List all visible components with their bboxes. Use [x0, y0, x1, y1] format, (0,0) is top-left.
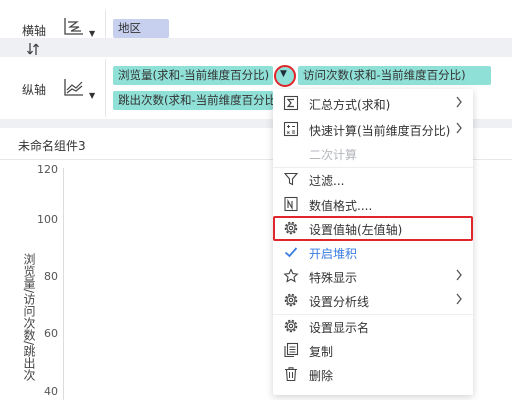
line-chart-icon[interactable] [63, 77, 85, 97]
menu-item-set-value-axis[interactable]: 设置值轴(左值轴) [273, 216, 473, 241]
calculator-icon [283, 121, 299, 137]
y-axis-line [63, 168, 64, 400]
menu-item-label: 过滤... [309, 174, 345, 188]
menu-item-aggregation[interactable]: 汇总方式(求和) [273, 91, 473, 115]
axis-divider [105, 59, 106, 117]
x-axis-label: 横轴 [22, 24, 47, 38]
highlight-annotation [273, 216, 473, 241]
caret-down-icon: ▼ [280, 69, 287, 79]
axis-divider [105, 10, 106, 38]
y-tick-label: 100 [37, 213, 58, 226]
filter-icon [283, 172, 299, 186]
copy-icon [284, 342, 299, 358]
chevron-right-icon [456, 96, 462, 108]
sigma-icon [283, 95, 299, 111]
field-context-menu: 汇总方式(求和) 快速计算(当前维度百分比) 二次计算 过滤... 数值格式..… [273, 89, 473, 395]
y-axis-title: 浏览量/访问次数/跳出次 [22, 253, 36, 382]
menu-item-number-format[interactable]: 数值格式.... [273, 192, 473, 216]
x-axis-field-pill[interactable]: 地区 [113, 19, 169, 38]
y-axis-field-pill-views[interactable]: 浏览量(求和-当前维度百分比) [113, 66, 273, 85]
menu-item-label: 特殊显示 [309, 271, 358, 285]
gear-icon [284, 319, 298, 333]
menu-item-set-display-name[interactable]: 设置显示名 [273, 314, 473, 338]
menu-item-label: 汇总方式(求和) [309, 98, 391, 112]
menu-item-filter[interactable]: 过滤... [273, 167, 473, 191]
menu-item-label: 二次计算 [309, 148, 358, 162]
menu-item-enable-stacking[interactable]: 开启堆积 [273, 240, 473, 264]
menu-item-delete[interactable]: 删除 [273, 362, 473, 386]
line-chart-zigzag-icon[interactable] [63, 16, 85, 36]
menu-item-secondary-calc: 二次计算 [273, 141, 473, 165]
swap-axes-icon[interactable] [26, 42, 40, 56]
caret-down-icon[interactable]: ▼ [89, 29, 95, 38]
menu-item-label: 数值格式.... [309, 199, 373, 213]
menu-item-label: 设置分析线 [309, 295, 370, 309]
menu-item-label: 删除 [309, 369, 334, 383]
menu-item-label: 设置显示名 [309, 321, 370, 335]
menu-item-label: 快速计算(当前维度百分比) [309, 124, 451, 138]
menu-item-special-display[interactable]: 特殊显示 [273, 264, 473, 288]
y-tick-label: 40 [44, 385, 58, 398]
y-axis-field-pill-bounces[interactable]: 跳出次数(求和-当前维度百分比) [113, 91, 273, 110]
chart-title: 未命名组件3 [18, 139, 86, 153]
chevron-right-icon [456, 293, 462, 305]
analysis-line-gear-icon [284, 293, 298, 307]
number-format-icon [284, 196, 298, 212]
trash-icon [285, 367, 297, 382]
star-icon [283, 268, 299, 283]
menu-item-copy[interactable]: 复制 [273, 338, 473, 362]
menu-item-quick-calc[interactable]: 快速计算(当前维度百分比) [273, 117, 473, 141]
chevron-right-icon [456, 269, 462, 281]
menu-item-label: 复制 [309, 345, 334, 359]
menu-item-analysis-line[interactable]: 设置分析线 [273, 288, 473, 312]
chevron-right-icon [456, 122, 462, 134]
y-axis-field-pill-visits[interactable]: 访问次数(求和-当前维度百分比) [298, 66, 491, 85]
field-dropdown-button[interactable]: ▼ [274, 65, 296, 87]
checkmark-icon [284, 247, 298, 258]
menu-item-label: 开启堆积 [309, 247, 358, 261]
x-axis-panel: 横轴 ▼ 地区 [0, 0, 512, 38]
caret-down-icon[interactable]: ▼ [89, 91, 95, 100]
y-axis-label: 纵轴 [22, 83, 47, 97]
y-tick-label: 120 [37, 163, 58, 176]
